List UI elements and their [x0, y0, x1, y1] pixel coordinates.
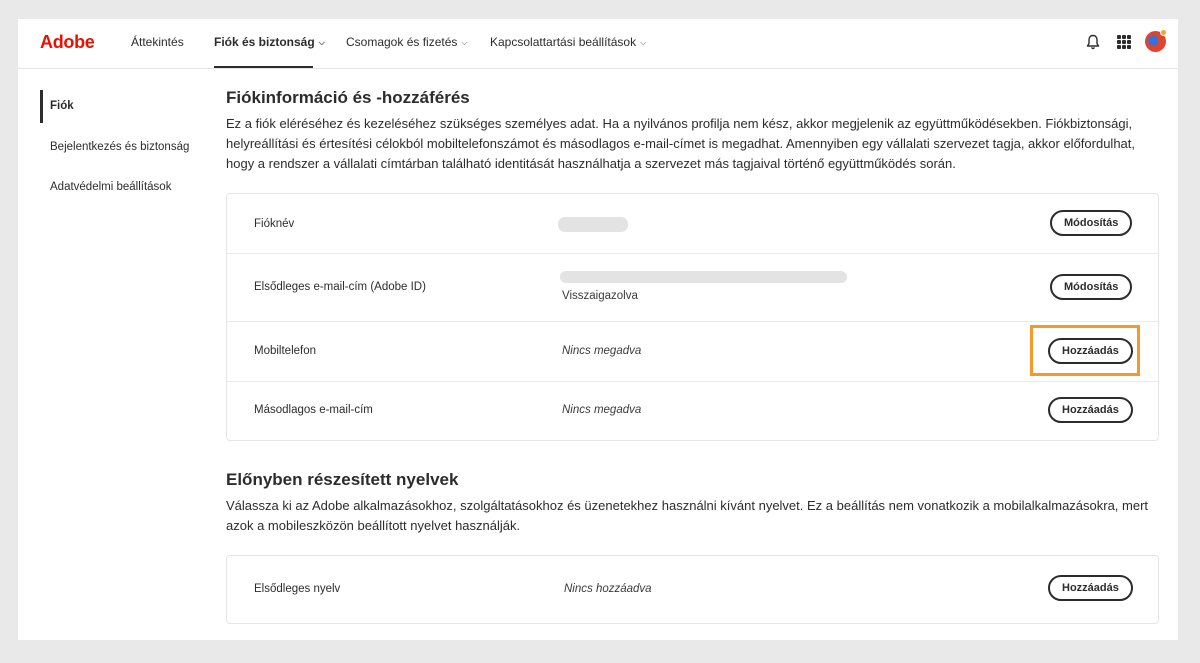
nav-item-plans-payment[interactable]: Csomagok és fizetés ⌵ [346, 35, 467, 49]
highlight-box [1030, 325, 1140, 376]
nav-item-overview[interactable]: Áttekintés [131, 35, 184, 49]
bell-icon[interactable] [1086, 34, 1100, 50]
top-navigation: Adobe Áttekintés Fiók és biztonság ⌵ Cso… [18, 19, 1178, 69]
row-secondary-email: Másodlagos e-mail-cím Nincs megadva Hozz… [227, 382, 1158, 442]
add-primary-language-button[interactable]: Hozzáadás [1048, 575, 1133, 601]
sidebar-item-privacy[interactable]: Adatvédelmi beállítások [50, 181, 171, 193]
redacted-account-name [558, 217, 628, 232]
chevron-down-icon: ⌵ [318, 38, 325, 47]
row-value: Nincs megadva [562, 345, 642, 357]
account-info-card: Fióknév Módosítás Elsődleges e-mail-cím … [226, 193, 1159, 441]
edit-account-name-button[interactable]: Módosítás [1050, 210, 1133, 236]
apps-grid-icon[interactable] [1117, 35, 1131, 49]
row-primary-email: Elsődleges e-mail-cím (Adobe ID) Visszai… [227, 254, 1158, 322]
app-frame: Adobe Áttekintés Fiók és biztonság ⌵ Cso… [18, 19, 1178, 640]
row-label: Másodlagos e-mail-cím [254, 404, 373, 416]
row-value: Nincs hozzáadva [564, 583, 652, 595]
edit-primary-email-button[interactable]: Módosítás [1050, 274, 1133, 300]
nav-item-communication-preferences[interactable]: Kapcsolattartási beállítások ⌵ [490, 35, 646, 49]
account-section-title: Fiókinformáció és -hozzáférés [226, 88, 470, 107]
row-label: Elsődleges nyelv [254, 583, 341, 595]
row-value: Nincs megadva [562, 404, 642, 416]
chevron-down-icon: ⌵ [640, 38, 647, 47]
row-mobile-phone: Mobiltelefon Nincs megadva Hozzáadás [227, 322, 1158, 382]
row-label: Fióknév [254, 218, 295, 230]
redacted-email [560, 271, 847, 283]
languages-section-description: Válassza ki az Adobe alkalmazásokhoz, sz… [226, 498, 1149, 533]
notification-dot [1160, 29, 1167, 36]
nav-item-account-security[interactable]: Fiók és biztonság ⌵ [214, 35, 325, 49]
chevron-down-icon: ⌵ [461, 38, 468, 47]
languages-section-title: Előnyben részesített nyelvek [226, 470, 459, 489]
row-account-name: Fióknév Módosítás [227, 194, 1158, 254]
row-label: Mobiltelefon [254, 345, 317, 357]
sidebar-item-account[interactable]: Fiók [50, 100, 74, 112]
row-primary-language: Elsődleges nyelv Nincs hozzáadva Hozzáad… [227, 556, 1158, 623]
sidebar-item-sign-in-security[interactable]: Bejelentkezés és biztonság [50, 141, 189, 153]
row-label: Elsődleges e-mail-cím (Adobe ID) [254, 281, 426, 293]
verified-status: Visszaigazolva [562, 290, 638, 302]
sidebar-active-indicator [40, 90, 43, 123]
active-tab-indicator [214, 66, 313, 68]
languages-card: Elsődleges nyelv Nincs hozzáadva Hozzáad… [226, 555, 1159, 624]
add-secondary-email-button[interactable]: Hozzáadás [1048, 397, 1133, 423]
account-section-description: Ez a fiók eléréséhez és kezeléséhez szük… [226, 116, 1136, 171]
adobe-logo[interactable]: Adobe [40, 32, 95, 53]
